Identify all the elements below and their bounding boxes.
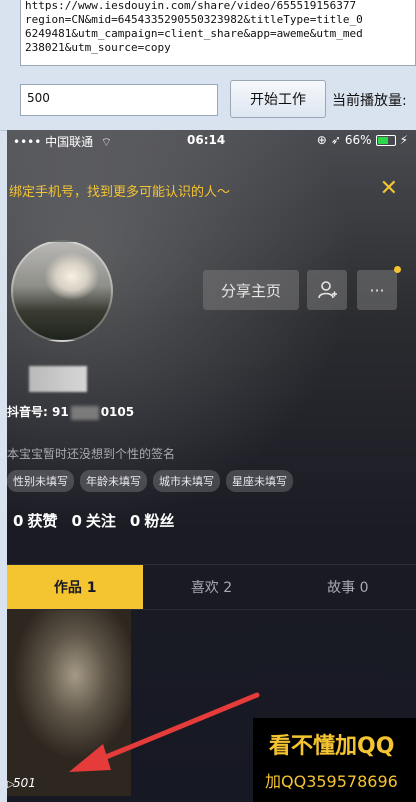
id-redacted <box>70 405 99 420</box>
avatar[interactable] <box>11 240 113 342</box>
video-thumbnail[interactable]: ▷ 501 <box>7 610 131 796</box>
nickname-redacted <box>29 366 87 392</box>
bind-phone-banner[interactable]: 绑定手机号，找到更多可能认识的人～ ✕ <box>7 168 416 212</box>
tag-zodiac[interactable]: 星座未填写 <box>226 470 293 492</box>
notification-dot <box>394 266 401 273</box>
wifi-icon: ⌔ <box>96 135 113 149</box>
add-friend-button[interactable] <box>307 270 347 310</box>
current-play-count-label: 当前播放量: <box>332 93 407 109</box>
add-friend-icon <box>318 281 337 299</box>
battery-icon <box>375 134 396 146</box>
status-time: 06:14 <box>187 133 226 147</box>
douyin-id-prefix: 抖音号: 91 <box>7 405 69 419</box>
watermark-line1: 看不懂加QQ <box>269 734 395 759</box>
location-icon: ➶ <box>330 133 341 147</box>
signature: 本宝宝暂时还没想到个性的签名 <box>7 447 176 461</box>
douyin-id-suffix: 0105 <box>100 405 135 419</box>
battery-percent: 66% <box>344 133 372 147</box>
watermark-line2: 加QQ359578696 <box>265 772 398 791</box>
status-bar: •••• 中国联通 ⌔ 06:14 ⊕ ➶ 66% ⚡ <box>7 130 416 152</box>
carrier-text: •••• 中国联通 <box>13 135 94 149</box>
stat-following[interactable]: 0 关注 <box>71 510 115 531</box>
charging-icon: ⚡ <box>399 133 408 147</box>
play-count-input[interactable]: 500 <box>20 84 218 116</box>
douyin-id: 抖音号: 91 0105 <box>7 403 134 420</box>
start-work-button[interactable]: 开始工作 <box>230 80 326 118</box>
tag-gender[interactable]: 性别未填写 <box>7 470 74 492</box>
more-button[interactable]: ··· <box>357 266 401 310</box>
share-tool-window: https://www.iesdouyin.com/share/video/65… <box>0 0 416 131</box>
tab-stories[interactable]: 故事 0 <box>280 565 416 609</box>
video-play-count: 501 <box>13 776 36 790</box>
profile-stats: 0 获赞 0 关注 0 粉丝 <box>13 510 174 531</box>
bind-phone-text: 绑定手机号，找到更多可能认识的人～ <box>9 184 231 200</box>
share-url-textbox[interactable]: https://www.iesdouyin.com/share/video/65… <box>20 0 416 66</box>
profile-tags: 性别未填写 年龄未填写 城市未填写 星座未填写 <box>7 470 293 492</box>
status-right: ⊕ ➶ 66% ⚡ <box>317 133 408 147</box>
lock-rotation-icon: ⊕ <box>316 133 327 147</box>
share-profile-button[interactable]: 分享主页 <box>203 270 299 310</box>
carrier-label: •••• 中国联通 ⌔ <box>13 133 112 150</box>
tag-city[interactable]: 城市未填写 <box>153 470 220 492</box>
tab-likes[interactable]: 喜欢 2 <box>143 565 279 609</box>
douyin-profile-screen: •••• 中国联通 ⌔ 06:14 ⊕ ➶ 66% ⚡ 绑定手机号，找到更多可能… <box>7 130 416 802</box>
profile-tabs: 作品 1 喜欢 2 故事 0 <box>7 564 416 610</box>
qq-watermark: 看不懂加QQ 加QQ359578696 <box>253 718 416 802</box>
stat-followers[interactable]: 0 粉丝 <box>130 510 174 531</box>
tab-works[interactable]: 作品 1 <box>7 565 144 609</box>
tag-age[interactable]: 年龄未填写 <box>80 470 147 492</box>
close-icon[interactable]: ✕ <box>380 178 398 200</box>
stat-likes[interactable]: 0 获赞 <box>13 510 57 531</box>
more-dots: ··· <box>369 280 385 300</box>
